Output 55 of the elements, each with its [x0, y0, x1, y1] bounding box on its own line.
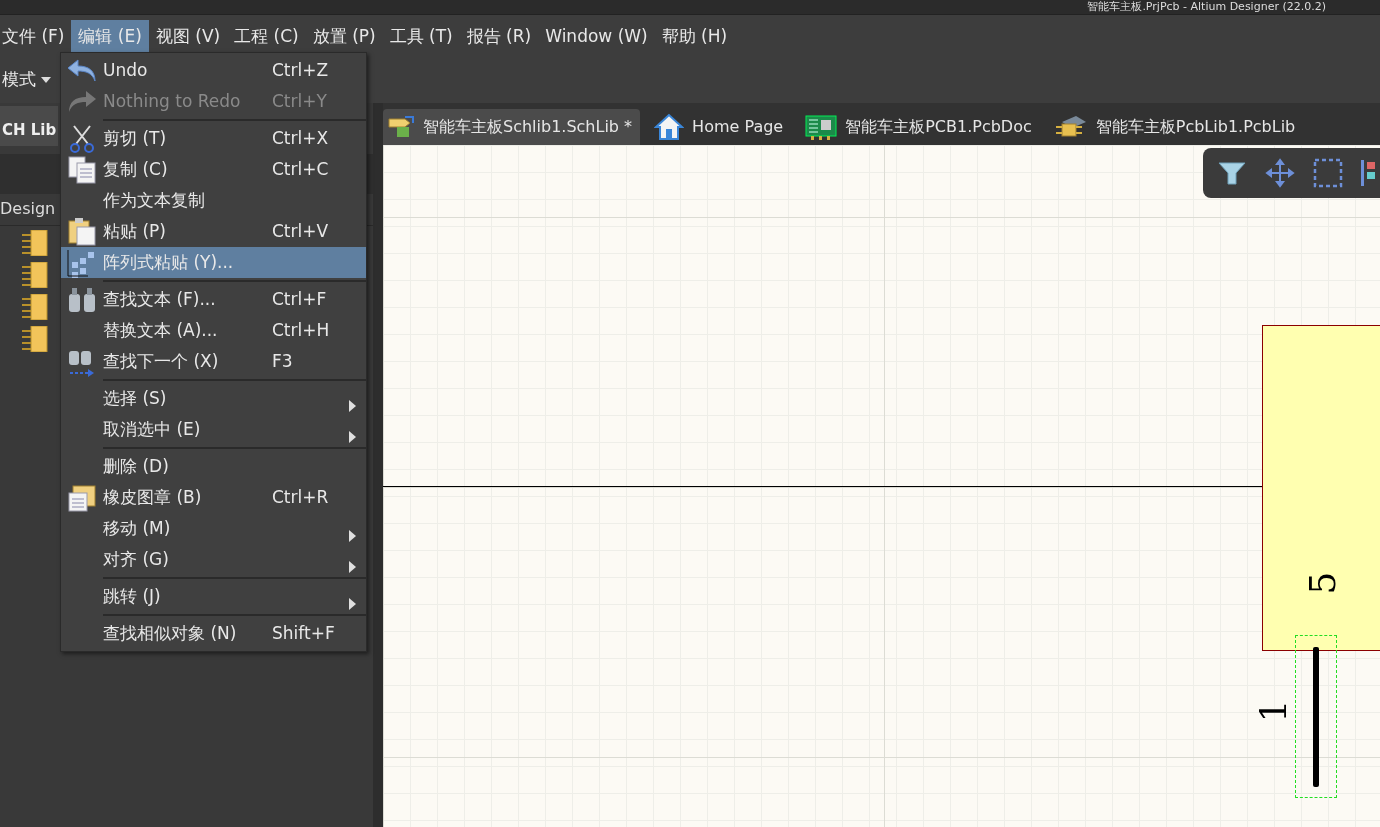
- menu-item[interactable]: 取消选中 (E): [61, 414, 366, 445]
- submenu-arrow-icon: [349, 431, 356, 443]
- home-icon: [654, 113, 685, 141]
- menu-item[interactable]: 查找相似对象 (N) Shift+F: [61, 618, 366, 649]
- menu-item[interactable]: Window (W): [538, 20, 655, 52]
- pin-number: 5: [1305, 571, 1342, 595]
- panel-header: Design: [0, 199, 56, 218]
- menu-item[interactable]: 删除 (D): [61, 451, 366, 482]
- footprint-library-icon: [1053, 114, 1088, 140]
- copy-icon: [67, 154, 97, 185]
- menu-item[interactable]: 编辑 (E): [71, 20, 149, 52]
- menu-item[interactable]: 查找下一个 (X) F3: [61, 346, 366, 377]
- undo-icon[interactable]: [66, 57, 98, 84]
- caret-icon: [41, 77, 52, 84]
- panel-tab[interactable]: CH Lib: [0, 106, 58, 146]
- document-tab[interactable]: 智能车主板Schlib1.SchLib *: [383, 109, 641, 145]
- menu-item[interactable]: 工具 (T): [382, 20, 460, 52]
- menu-item[interactable]: 粘贴 (P) Ctrl+V: [61, 216, 366, 247]
- document-tab[interactable]: Home Page: [650, 109, 792, 145]
- menu-item[interactable]: 替换文本 (A)... Ctrl+H: [61, 315, 366, 346]
- submenu-arrow-icon: [349, 400, 356, 412]
- menu-item[interactable]: 橡皮图章 (B) Ctrl+R: [61, 482, 366, 513]
- menu-item[interactable]: 文件 (F): [0, 20, 72, 52]
- document-tab[interactable]: 智能车主板PcbLib1.PcbLib: [1049, 109, 1304, 145]
- submenu-arrow-icon: [349, 598, 356, 610]
- document-tab[interactable]: 智能车主板PCB1.PcbDoc: [801, 109, 1040, 145]
- move-icon[interactable]: [1265, 158, 1295, 188]
- stamp-icon: [67, 482, 97, 513]
- menu-item[interactable]: 对齐 (G): [61, 544, 366, 575]
- window-title: 智能车主板.PrjPcb - Altium Designer (22.0.2): [1087, 1, 1326, 13]
- circuit-board-icon: [805, 114, 838, 140]
- menu-item[interactable]: 跳转 (J): [61, 581, 366, 612]
- binoculars-icon: [66, 285, 98, 314]
- menu-item[interactable]: Undo Ctrl+Z: [61, 55, 366, 86]
- menu-item[interactable]: 报告 (R): [459, 20, 539, 52]
- menu-item[interactable]: 放置 (P): [305, 20, 383, 52]
- select-rectangle-icon[interactable]: [1313, 158, 1343, 188]
- submenu-arrow-icon: [349, 530, 356, 542]
- menu-item[interactable]: 移动 (M): [61, 513, 366, 544]
- align-icon[interactable]: [1361, 158, 1375, 188]
- menu-item[interactable]: 剪切 (T) Ctrl+X: [61, 123, 366, 154]
- pin-number: 1: [1256, 699, 1293, 723]
- menu-item[interactable]: 帮助 (H): [654, 20, 735, 52]
- mode-dropdown[interactable]: 模式: [0, 66, 58, 94]
- menu-item[interactable]: 视图 (V): [148, 20, 228, 52]
- submenu-arrow-icon: [349, 561, 356, 573]
- schematic-library-icon: [387, 115, 415, 139]
- menu-item[interactable]: 查找文本 (F)... Ctrl+F: [61, 284, 366, 315]
- filter-icon[interactable]: [1217, 160, 1247, 186]
- menu-item[interactable]: 作为文本复制: [61, 185, 366, 216]
- menu-item[interactable]: 工程 (C): [227, 20, 306, 52]
- menu-item[interactable]: 复制 (C) Ctrl+C: [61, 154, 366, 185]
- menu-item[interactable]: 选择 (S): [61, 383, 366, 414]
- scissors-icon: [68, 123, 96, 154]
- paste-icon: [67, 216, 97, 247]
